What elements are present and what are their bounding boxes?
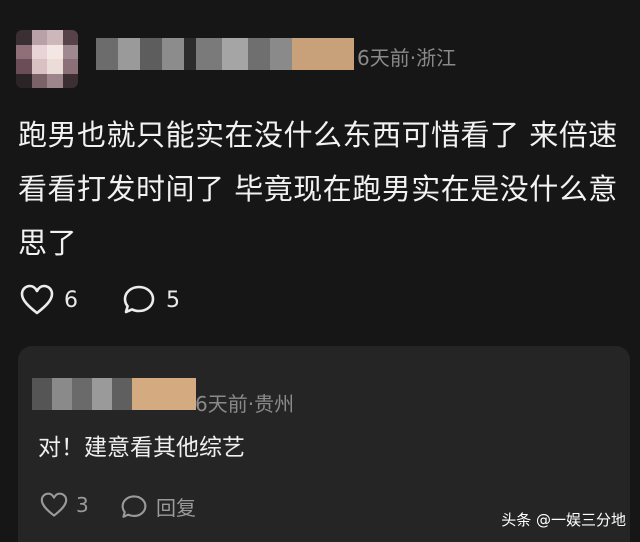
comment-body: 跑男也就只能实在没什么东西可惜看了 来倍速 看看打发时间了 毕竟现在跑男实在是没… xyxy=(18,108,618,270)
heart-icon xyxy=(20,284,54,315)
username-blurred[interactable] xyxy=(96,38,354,70)
reply-username-blurred[interactable] xyxy=(32,378,196,410)
speech-bubble-icon xyxy=(121,494,147,518)
watermark: 头条 @一娱三分地 xyxy=(501,511,626,529)
reply-body: 对！建意看其他综艺 xyxy=(38,435,245,461)
reply-like-button[interactable]: 3 xyxy=(40,492,89,518)
speech-bubble-icon xyxy=(123,285,155,314)
heart-icon xyxy=(40,492,68,517)
reply-label: 回复 xyxy=(156,496,196,520)
like-count: 6 xyxy=(64,287,78,313)
reply-meta: 6天前·贵州 xyxy=(195,392,295,416)
comment-button[interactable]: 5 xyxy=(122,284,180,316)
reply-like-count: 3 xyxy=(76,493,89,517)
comment-line: 跑男也就只能实在没什么东西可惜看了 来倍速 xyxy=(18,118,618,152)
reply-button[interactable]: 回复 xyxy=(120,492,196,521)
comment-meta: 6天前·浙江 xyxy=(357,46,457,70)
comment-line: 思了 xyxy=(18,226,78,260)
comment-count: 5 xyxy=(166,287,180,313)
comment-line: 看看打发时间了 毕竟现在跑男实在是没什么意 xyxy=(18,172,618,206)
avatar[interactable] xyxy=(16,30,78,88)
like-button[interactable]: 6 xyxy=(20,284,78,316)
comment: 6天前·浙江 跑男也就只能实在没什么东西可惜看了 来倍速 看看打发时间了 毕竟现… xyxy=(0,0,640,340)
